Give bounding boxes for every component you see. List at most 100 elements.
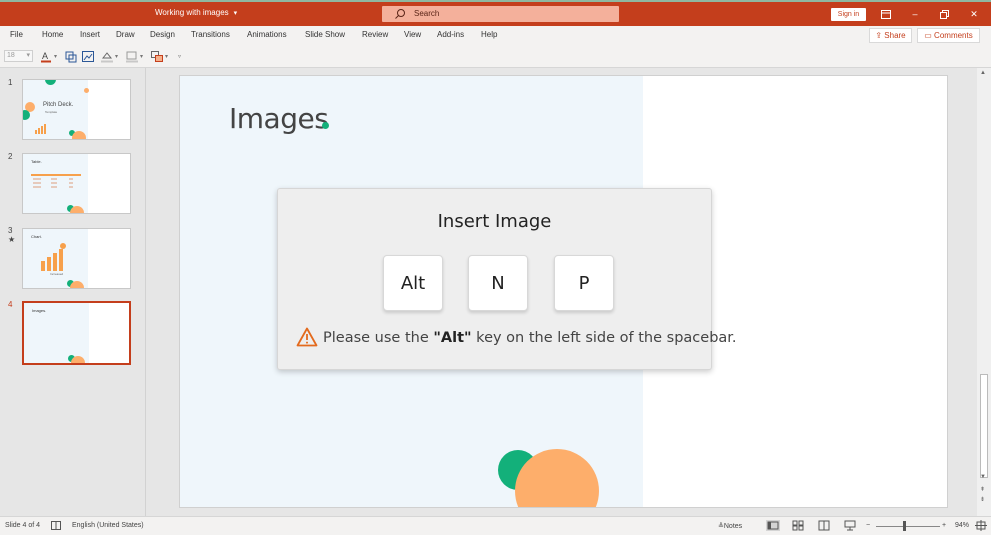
warning-key: "Alt" <box>433 330 472 346</box>
vertical-scrollbar[interactable]: ▲ ▼ ⇞ ⇟ <box>977 68 991 516</box>
warning-text-before: Please use the <box>323 330 434 346</box>
warning-text: Please use the "Alt" key on the left sid… <box>323 330 737 346</box>
previous-slide-icon[interactable]: ⇞ <box>980 486 985 493</box>
chevron-down-icon[interactable]: ▾ <box>165 53 168 60</box>
language-indicator[interactable]: English (United States) <box>72 522 144 529</box>
title-bar: Working with images ▾ Search Sign in – ✕ <box>0 0 991 26</box>
font-size-value: 18 <box>7 52 15 59</box>
zoom-slider-handle[interactable] <box>903 521 906 531</box>
restore-button[interactable] <box>934 6 954 22</box>
ribbon-display-options-button[interactable] <box>876 6 896 22</box>
share-button[interactable]: ⇪ Share <box>869 28 912 43</box>
key-alt: Alt <box>383 255 443 311</box>
quick-toolbar: 18 ▾ A ▾ ▾ ▾ ▾ ▿ <box>0 46 991 68</box>
thumbnail-dot <box>72 131 86 139</box>
slide-sorter-icon[interactable] <box>792 520 804 531</box>
ribbon-display-icon <box>881 10 891 19</box>
thumbnail-subtitle: Template <box>45 110 58 114</box>
restore-icon <box>939 10 949 19</box>
bar-chart-icon <box>35 124 46 134</box>
next-slide-icon[interactable]: ⇟ <box>980 496 985 503</box>
menu-insert[interactable]: Insert <box>80 30 100 39</box>
chevron-down-icon[interactable]: ▾ <box>140 53 143 60</box>
menu-help[interactable]: Help <box>481 30 497 39</box>
menu-slide-show[interactable]: Slide Show <box>305 30 345 39</box>
scroll-down-icon[interactable]: ▼ <box>980 474 986 480</box>
picture-frame-icon[interactable] <box>81 50 95 63</box>
format-painter-icon[interactable] <box>64 50 78 63</box>
warning-text-after: key on the left side of the spacebar. <box>471 330 737 346</box>
scrollbar-thumb[interactable] <box>980 374 988 478</box>
thumbnail-title: Table. <box>31 159 42 164</box>
thumbnail-dot <box>70 206 84 213</box>
dialog-title: Insert Image <box>437 211 552 232</box>
bar-chart-icon <box>41 243 66 271</box>
minimize-icon: – <box>912 9 918 19</box>
fit-to-window-icon[interactable] <box>975 520 987 531</box>
chevron-down-icon: ▾ <box>233 10 238 17</box>
slide-counter: Slide 4 of 4 <box>5 522 41 529</box>
key-p: P <box>554 255 614 311</box>
close-icon: ✕ <box>970 9 978 19</box>
notes-button[interactable]: ≜Notes <box>718 522 742 530</box>
key-n: N <box>468 255 528 311</box>
menu-transitions[interactable]: Transitions <box>191 30 230 39</box>
menu-home[interactable]: Home <box>42 30 63 39</box>
menu-design[interactable]: Design <box>150 30 175 39</box>
warning-icon <box>296 327 318 347</box>
chevron-down-icon: ▾ <box>26 52 30 59</box>
search-box[interactable]: Search <box>382 6 619 22</box>
menu-file[interactable]: File <box>10 30 23 39</box>
zoom-slider-track[interactable] <box>876 526 940 527</box>
search-placeholder: Search <box>414 9 440 18</box>
notes-label: Notes <box>723 523 743 530</box>
slide-thumbnail-2[interactable]: Table. <box>22 153 131 214</box>
slide-thumbnail-4[interactable]: Images. <box>22 301 131 365</box>
chevron-down-icon[interactable]: ▾ <box>54 53 57 60</box>
sign-in-button[interactable]: Sign in <box>831 8 866 21</box>
slide-number: 2 <box>8 152 13 161</box>
document-title[interactable]: Working with images ▾ <box>155 8 237 17</box>
slide-thumbnail-3[interactable]: Chart. Increased <box>22 228 131 289</box>
arrange-icon[interactable] <box>150 50 164 63</box>
menu-view[interactable]: View <box>404 30 421 39</box>
scroll-up-icon[interactable]: ▲ <box>980 70 986 76</box>
slide-title[interactable]: Images <box>229 102 329 135</box>
comments-button[interactable]: ▭ Comments <box>917 28 980 43</box>
zoom-out-button[interactable]: − <box>866 522 870 529</box>
table-preview <box>31 174 81 188</box>
thumbnail-title: Pitch Deck. <box>43 102 74 108</box>
customize-toolbar-icon[interactable]: ▿ <box>178 53 181 60</box>
thumbnail-caption: Increased <box>50 272 64 276</box>
font-size-select[interactable]: 18 ▾ <box>4 50 33 62</box>
font-color-icon[interactable]: A <box>40 50 54 63</box>
thumbnail-title: Chart. <box>31 234 42 239</box>
insert-image-shortcut-dialog: Insert Image Alt N P Please use the "Alt… <box>277 188 737 370</box>
comment-icon: ▭ <box>924 31 935 40</box>
menu-review[interactable]: Review <box>362 30 388 39</box>
share-icon: ⇪ <box>875 31 885 40</box>
slide-number: 3 <box>8 226 13 235</box>
chevron-down-icon[interactable]: ▾ <box>115 53 118 60</box>
animation-star-icon: ★ <box>8 235 16 244</box>
minimize-button[interactable]: – <box>905 6 925 22</box>
status-bar: Slide 4 of 4 English (United States) ≜No… <box>0 516 991 535</box>
menu-draw[interactable]: Draw <box>116 30 135 39</box>
comments-label: Comments <box>934 31 973 40</box>
shape-outline-icon[interactable] <box>125 50 139 63</box>
thumbnail-dot <box>71 356 85 363</box>
zoom-level[interactable]: 94% <box>955 522 969 529</box>
reading-view-icon[interactable] <box>818 520 830 531</box>
spelling-icon[interactable] <box>50 520 62 531</box>
shape-fill-icon[interactable] <box>100 50 114 63</box>
menu-animations[interactable]: Animations <box>247 30 287 39</box>
slide-number: 1 <box>8 78 13 87</box>
zoom-in-button[interactable]: + <box>942 522 946 529</box>
document-title-text: Working with images <box>155 8 229 17</box>
menu-add-ins[interactable]: Add-ins <box>437 30 464 39</box>
slideshow-icon[interactable] <box>844 520 856 531</box>
close-button[interactable]: ✕ <box>964 6 984 22</box>
slide-thumbnail-1[interactable]: Pitch Deck. Template <box>22 79 131 140</box>
thumbnail-dot <box>70 281 84 288</box>
normal-view-icon[interactable] <box>766 520 780 531</box>
